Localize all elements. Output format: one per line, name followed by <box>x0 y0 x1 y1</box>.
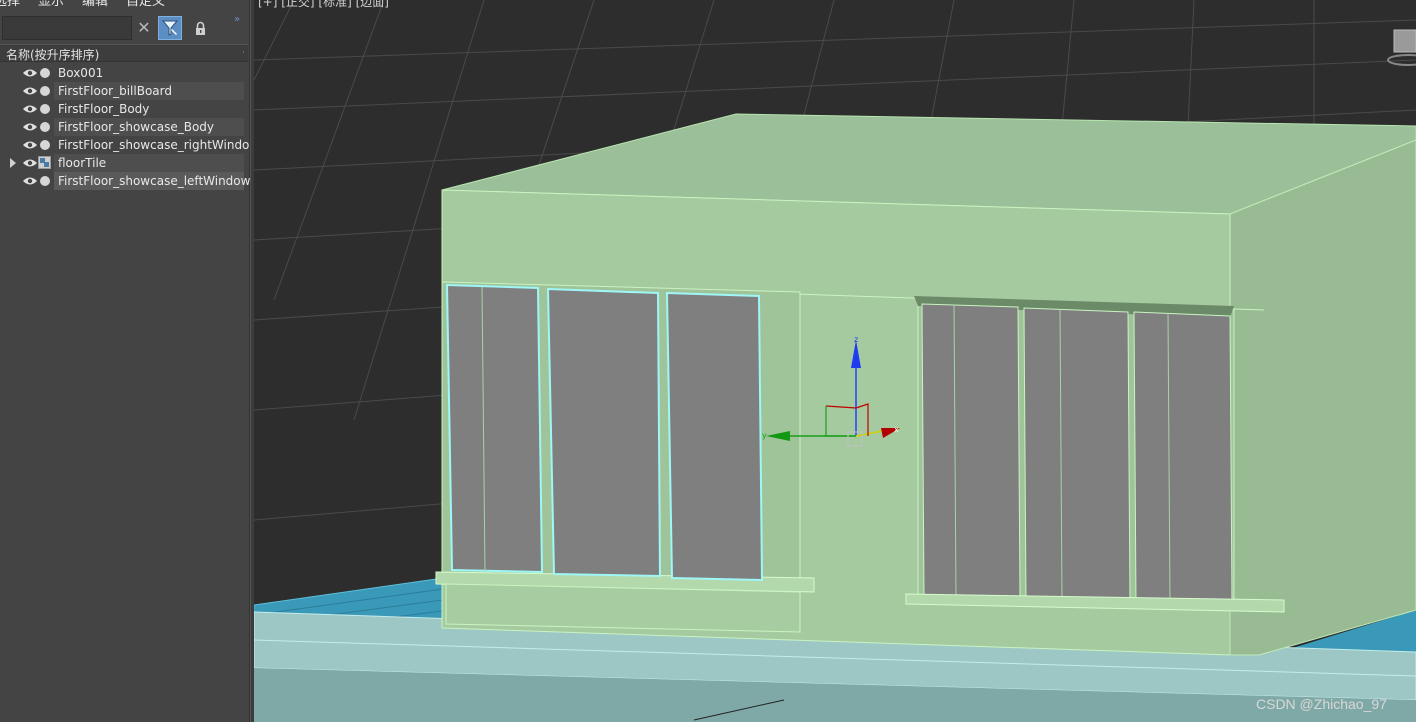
render-toggle-icon[interactable] <box>40 86 50 96</box>
menu-customize[interactable]: 自定义 <box>126 0 186 10</box>
column-header-name[interactable]: 名称(按升序排序) · <box>0 44 248 62</box>
eye-icon[interactable] <box>22 67 38 79</box>
tree-row[interactable]: FirstFloor_Body <box>0 100 248 118</box>
render-toggle-icon[interactable] <box>40 104 50 114</box>
left-showcase-plinth <box>445 583 801 633</box>
column-menu-dot[interactable]: · <box>242 48 245 58</box>
column-header-label: 名称(按升序排序) <box>6 48 100 62</box>
tree-row[interactable]: FirstFloor_showcase_Body <box>0 118 248 136</box>
tree-row[interactable]: Box001 <box>0 64 248 82</box>
group-icon[interactable] <box>38 156 51 169</box>
menu-edit[interactable]: 编辑 <box>82 0 126 10</box>
close-icon[interactable]: ✕ <box>135 18 153 38</box>
window-pane <box>1133 311 1233 605</box>
tree-row-label: FirstFloor_showcase_leftWindow <box>54 172 250 190</box>
explorer-menubar: 选择 显示 编辑 自定义 <box>0 0 186 10</box>
object-tree: Box001 FirstFloor_billBoard FirstFloor_B… <box>0 64 259 190</box>
window-pane <box>1023 307 1131 603</box>
window-pane <box>445 283 544 574</box>
eye-icon[interactable] <box>22 103 38 115</box>
eye-icon[interactable] <box>22 85 38 97</box>
viewport-label[interactable]: [+] [正交] [标准] [边面] <box>258 0 389 10</box>
render-toggle-icon[interactable] <box>40 122 50 132</box>
filter-icon[interactable] <box>158 16 182 40</box>
tree-row-label: floorTile <box>54 154 244 172</box>
eye-icon[interactable] <box>22 175 38 187</box>
expand-arrow-icon[interactable] <box>10 158 16 168</box>
svg-text:x: x <box>894 425 899 434</box>
svg-text:z: z <box>854 335 858 344</box>
window-pane <box>546 287 662 578</box>
viewport-scene: z y x <box>254 0 1416 722</box>
window-pane <box>921 303 1021 599</box>
window-pane <box>665 291 764 582</box>
eye-icon[interactable] <box>22 139 38 151</box>
render-toggle-icon[interactable] <box>40 140 50 150</box>
building-side <box>1229 139 1416 656</box>
render-toggle-icon[interactable] <box>40 176 50 186</box>
perspective-viewport[interactable]: z y x [+] [正交] [标准] [边面] CSDN @Zhichao_9… <box>254 0 1416 722</box>
search-input[interactable] <box>2 16 132 40</box>
menu-display[interactable]: 显示 <box>38 0 82 10</box>
tree-row-label: Box001 <box>58 66 104 80</box>
double-chevron-right-icon[interactable]: » <box>234 14 246 26</box>
eye-icon[interactable] <box>22 157 38 169</box>
tree-row-selected[interactable]: FirstFloor_showcase_leftWindow <box>0 172 250 190</box>
lock-icon[interactable] <box>190 19 210 39</box>
eye-icon[interactable] <box>22 121 38 133</box>
tree-row-label: FirstFloor_showcase_rightWindow <box>58 138 260 152</box>
tree-row-label: FirstFloor_showcase_Body <box>54 118 244 136</box>
viewcube-icon[interactable] <box>1386 28 1416 68</box>
scene-explorer-panel: 选择 显示 编辑 自定义 ✕ » 名称(按升序排序) · Box001 Firs… <box>0 0 259 722</box>
watermark-text: CSDN @Zhichao_97 <box>1256 696 1387 712</box>
tree-row-label: FirstFloor_billBoard <box>54 82 244 100</box>
explorer-toolbar: ✕ » <box>0 14 250 44</box>
menu-select[interactable]: 选择 <box>0 0 38 10</box>
tree-row[interactable]: floorTile <box>0 154 248 172</box>
tree-row-label: FirstFloor_Body <box>58 102 150 116</box>
svg-text:y: y <box>762 431 767 440</box>
render-toggle-icon[interactable] <box>40 68 50 78</box>
tree-row[interactable]: FirstFloor_billBoard <box>0 82 248 100</box>
tree-row[interactable]: FirstFloor_showcase_rightWindow <box>0 136 259 154</box>
